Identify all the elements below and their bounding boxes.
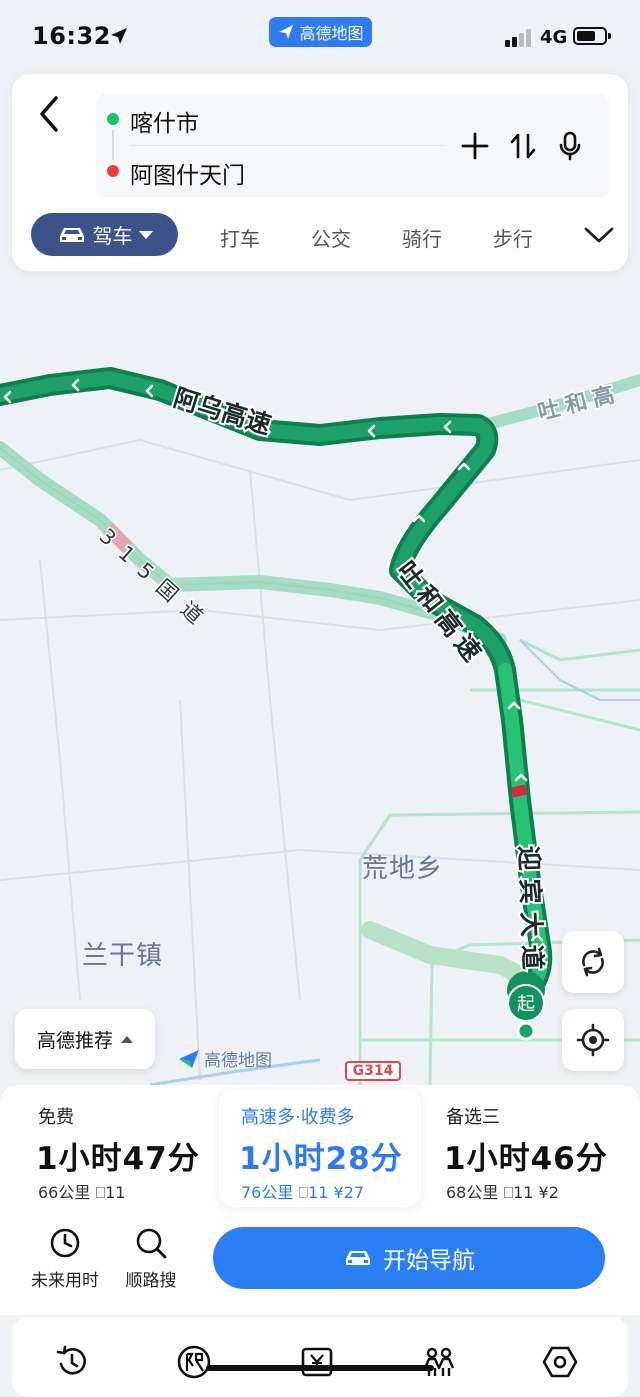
start-navigation-button[interactable]: 开始导航 [213,1227,605,1289]
home-indicator[interactable] [206,1365,434,1371]
car-icon [346,1251,370,1265]
place-label-huangdi: 荒地乡 [362,854,444,884]
route-distance: 66公里 [38,1183,91,1202]
clock-icon [50,1228,80,1258]
app-badge[interactable]: 高德地图 [269,17,372,47]
microphone-icon[interactable] [555,131,585,161]
road-label-tuhe-ne: 吐和高 [535,380,623,426]
start-marker-label: 起 [517,994,535,1015]
amap-logo-icon [279,25,294,39]
route-lights: 11 [105,1183,126,1202]
mode-tab-transit[interactable]: 公交 [311,223,351,252]
search-icon [136,1228,167,1259]
traffic-light-icon: ⎕ [95,1183,106,1202]
back-icon[interactable] [36,94,62,134]
refresh-icon [582,947,604,977]
mode-tab-bike[interactable]: 骑行 [402,223,442,252]
refresh-route-button[interactable] [562,931,624,993]
network-type: 4G [540,27,568,48]
recommend-label: 高德推荐 [36,1029,113,1052]
highway-shield-g314: G314 [345,1061,401,1081]
od-divider [130,145,445,146]
map-view[interactable]: 起 阿乌高速 吐和高速 迎宾大道 315国道 吐和高 荒地乡 兰干镇 [0,271,640,1091]
restriction-icon[interactable] [176,1344,212,1380]
traffic-light-icon: ⎕ [503,1183,514,1202]
route-distance: 68公里 [446,1183,499,1202]
battery-icon [573,27,611,45]
place-label-langan: 兰干镇 [82,941,164,971]
route-tag: 免费 [38,1107,74,1128]
route-distance: 76公里 [241,1183,294,1202]
mode-tab-drive[interactable]: 驾车 [31,213,178,256]
status-bar: 16:32 高德地图 4G [0,0,640,74]
app-badge-label: 高德地图 [299,24,364,43]
start-navigation-label: 开始导航 [383,1248,475,1274]
route-tag: 备选三 [446,1107,500,1128]
route-lights: 11 [513,1183,534,1202]
amap-logo-icon [179,1049,199,1068]
origin-field[interactable]: 喀什市 [130,104,199,138]
toll-icon[interactable] [299,1344,335,1380]
route-toll: ¥27 [333,1183,365,1202]
map-watermark: 高德地图 [178,1046,272,1071]
location-arrow-icon [111,28,127,44]
route-toll: ¥2 [538,1183,559,1202]
traffic-light-icon: ⎕ [298,1183,309,1202]
od-connector [112,130,114,160]
swap-icon[interactable] [508,131,538,161]
origin-dot-icon [107,113,119,125]
locate-button[interactable] [562,1009,624,1071]
route-meta: 76公里 ⎕11 ¥27 [241,1179,364,1203]
route-option-free[interactable]: 免费 1小时47分 66公里 ⎕11 [16,1089,216,1207]
status-time: 16:32 [32,22,111,50]
people-icon[interactable] [421,1344,457,1380]
destination-field[interactable]: 阿图什天门 [130,156,245,190]
future-time-button[interactable]: 未来用时 [20,1225,110,1291]
route-duration: 1小时47分 [36,1141,200,1177]
mode-drive-label: 驾车 [92,224,133,248]
locate-icon [576,1023,610,1057]
signal-icon [505,29,531,47]
caret-down-icon [138,230,153,239]
road-label-yingbin: 迎宾大道 [514,845,548,978]
mode-tab-taxi[interactable]: 打车 [220,223,260,252]
future-time-label: 未来用时 [31,1271,99,1291]
route-meta: 66公里 ⎕11 [38,1179,125,1203]
mode-tab-walk[interactable]: 步行 [493,223,533,252]
caret-up-icon [121,1036,133,1043]
car-icon [59,227,84,242]
watermark-text: 高德地图 [204,1051,272,1071]
destination-dot-icon [107,165,119,177]
search-along-label: 顺路搜 [125,1271,177,1291]
history-icon[interactable] [54,1344,90,1380]
route-duration: 1小时46分 [444,1141,608,1177]
add-waypoint-icon[interactable] [460,131,490,161]
route-lights: 11 [308,1183,329,1202]
search-along-button[interactable]: 顺路搜 [106,1225,196,1291]
route-tag: 高速多·收费多 [241,1107,355,1128]
origin-destination-box: 喀什市 阿图什天门 [96,94,609,197]
chevron-down-icon[interactable] [584,226,614,244]
road-label-awu: 阿乌高速 [170,383,274,440]
route-input-card: 喀什市 阿图什天门 驾车 打车 公交 骑行 步行 [12,74,628,271]
route-meta: 68公里 ⎕11 ¥2 [446,1179,559,1203]
settings-icon[interactable] [542,1344,578,1380]
route-option-highway[interactable]: 高速多·收费多 1小时28分 76公里 ⎕11 ¥27 [219,1089,421,1207]
recommend-dropdown[interactable]: 高德推荐 [15,1009,155,1069]
route-option-alt3[interactable]: 备选三 1小时46分 68公里 ⎕11 ¥2 [424,1089,624,1207]
route-duration: 1小时28分 [239,1141,403,1177]
